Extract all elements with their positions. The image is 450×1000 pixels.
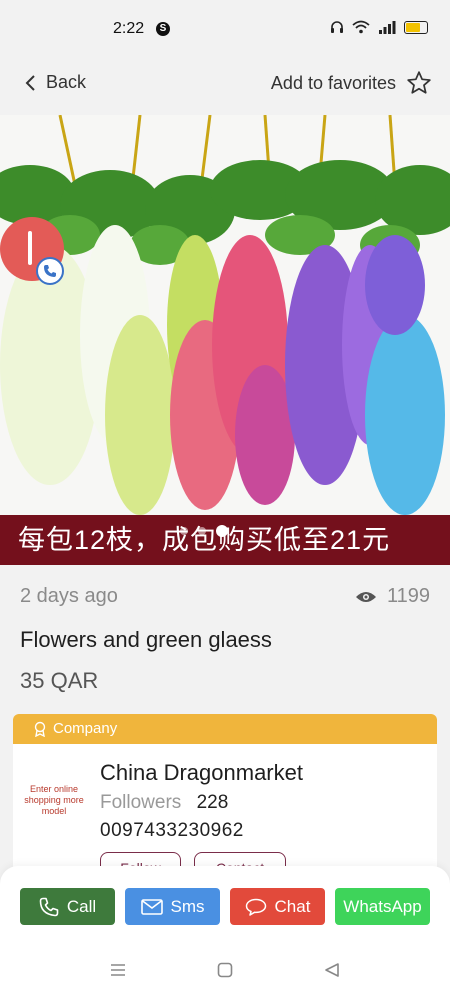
- sms-label: Sms: [170, 896, 205, 916]
- envelope-icon: [140, 898, 163, 915]
- followers-row: Followers 228: [100, 792, 228, 814]
- app-notification-icon: S: [156, 22, 170, 36]
- whatsapp-button[interactable]: WhatsApp: [335, 888, 430, 925]
- back-triangle-icon[interactable]: [324, 962, 340, 978]
- chat-label: Chat: [274, 896, 311, 916]
- signal-icon: [379, 21, 396, 34]
- carousel-dot[interactable]: [198, 527, 206, 535]
- badge-icon: [34, 721, 46, 737]
- chat-bubble-icon: [245, 898, 266, 916]
- headphones-icon: [331, 21, 343, 33]
- company-phone[interactable]: 0097433230962: [100, 820, 244, 842]
- call-button[interactable]: Call: [20, 888, 115, 925]
- product-photo: [0, 115, 450, 515]
- carousel-indicator: [180, 525, 228, 537]
- company-name[interactable]: China Dragonmarket: [100, 760, 303, 786]
- product-image-carousel[interactable]: 每包12枝，成包购买低至21元: [0, 115, 450, 565]
- system-nav-bar: [0, 946, 450, 1000]
- back-label: Back: [46, 72, 87, 92]
- listing-title: Flowers and green glaess: [20, 627, 272, 652]
- posted-time: 2 days ago: [20, 585, 118, 607]
- phone-icon: [44, 265, 56, 277]
- views-number: 1199: [386, 585, 430, 607]
- chat-button[interactable]: Chat: [230, 888, 325, 925]
- home-icon[interactable]: [217, 962, 233, 978]
- carousel-dot[interactable]: [180, 527, 188, 535]
- wifi-icon: [352, 20, 370, 34]
- status-icons: [330, 20, 428, 34]
- menu-icon[interactable]: [110, 962, 126, 978]
- promo-banner: 每包12枝，成包购买低至21元: [0, 515, 450, 565]
- call-label: Call: [66, 896, 97, 916]
- status-bar: 2:22 S: [0, 0, 450, 58]
- battery-icon: [404, 20, 428, 34]
- company-section-header: Company: [13, 714, 437, 744]
- eye-icon: [355, 591, 376, 602]
- view-count: 1199: [355, 585, 430, 608]
- favorites-label: Add to favorites: [270, 72, 396, 93]
- followers-label: Followers: [100, 792, 182, 813]
- whatsapp-label: WhatsApp: [343, 896, 422, 916]
- listing-meta: 2 days ago 1199: [20, 585, 430, 613]
- listing-price: 35 QAR: [20, 668, 99, 693]
- call-badge-icon[interactable]: [36, 257, 64, 285]
- add-to-favorites-button[interactable]: Add to favorites: [271, 70, 432, 96]
- back-button[interactable]: Back: [24, 72, 86, 93]
- contact-action-bar: Call Sms Chat WhatsApp: [0, 866, 450, 946]
- carousel-dot-active[interactable]: [216, 525, 228, 537]
- company-section-label: Company: [53, 720, 118, 737]
- status-time: 2:22: [113, 20, 145, 37]
- star-icon: [407, 71, 431, 94]
- company-logo[interactable]: Enter online shopping more model: [23, 784, 85, 817]
- chevron-left-icon: [25, 74, 35, 91]
- top-navigation: Back Add to favorites: [0, 58, 450, 114]
- phone-icon: [39, 897, 59, 916]
- sms-button[interactable]: Sms: [125, 888, 220, 925]
- followers-count: 228: [196, 792, 229, 813]
